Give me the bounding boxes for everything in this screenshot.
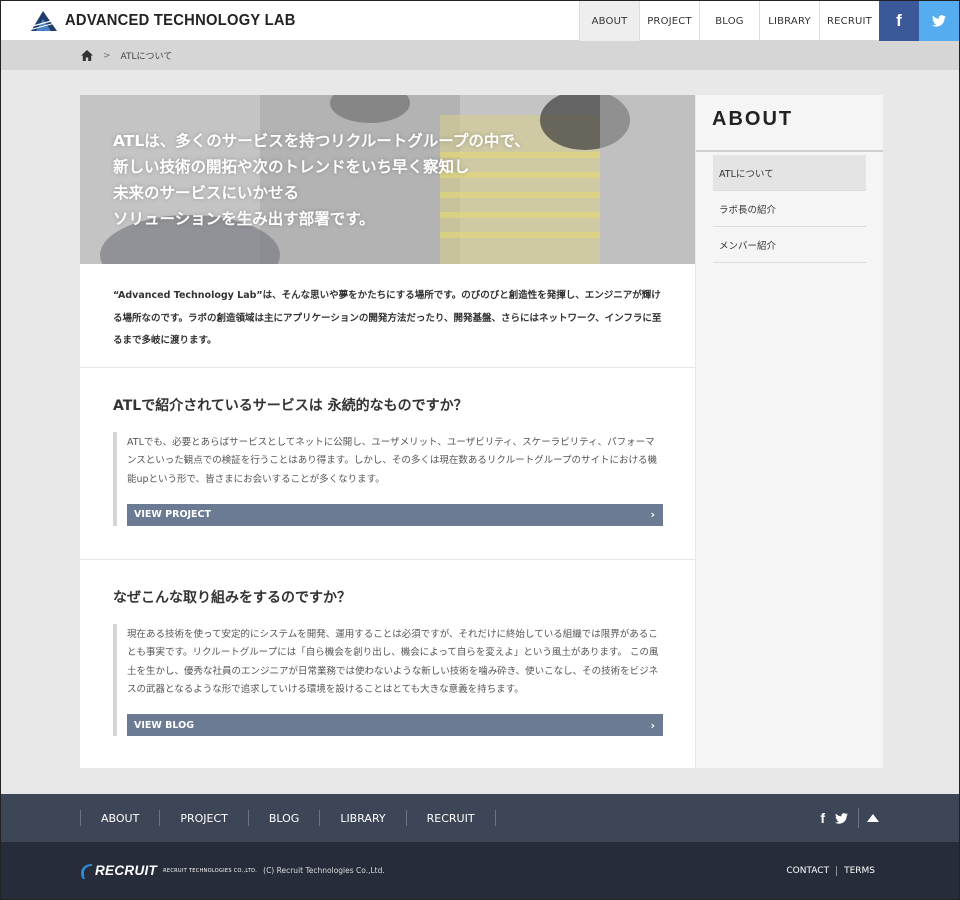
sidebar-item-lab-head[interactable]: ラボ長の紹介 [713,191,866,227]
twitter-icon [932,15,946,27]
section-title: なぜこんな取り組みをするのですか？ [113,590,351,606]
section-title: ATLで紹介されているサービスは 永続的なものですか？ [113,398,468,414]
breadcrumb-separator: > [103,50,111,61]
section-text: 現在ある技術を使って安定的にシステムを開発、運用することは必須ですが、それだけに… [127,629,659,695]
hero-line: 未来のサービスにいかせる [113,184,300,202]
nav-recruit[interactable]: RECRUIT [819,1,879,41]
recruit-logo[interactable]: RECRUIT RECRUIT TECHNOLOGIES CO.,LTD. [80,863,257,879]
site-logo[interactable]: ADVANCED TECHNOLOGY LAB [29,9,316,33]
section-text: ATLでも、必要とあらばサービスとしてネットに公開し、ユーザメリット、ユーザビリ… [127,437,658,485]
footer-nav: ABOUT PROJECT BLOG LIBRARY RECRUIT f [1,794,959,842]
breadcrumb: > ATLについて [1,41,959,70]
section-body: ATLでも、必要とあらばサービスとしてネットに公開し、ユーザメリット、ユーザビリ… [113,432,663,526]
footer-nav-about[interactable]: ABOUT [80,810,159,826]
faq-section-why: なぜこんな取り組みをするのですか？ 現在ある技術を使って安定的にシステムを開発、… [80,560,695,768]
hero-banner: ATLは、多くのサービスを持つリクルートグループの中で、 新しい技術の開拓や次の… [80,95,695,264]
facebook-button[interactable]: f [879,1,919,41]
button-label: VIEW PROJECT [134,509,211,521]
global-nav: ABOUT PROJECT BLOG LIBRARY RECRUIT f [579,1,959,41]
view-project-button[interactable]: VIEW PROJECT › [127,503,663,526]
breadcrumb-current: ATLについて [120,52,173,62]
nav-about[interactable]: ABOUT [579,1,639,41]
footer-links: CONTACT TERMS [786,865,875,876]
footer-nav-blog[interactable]: BLOG [247,810,319,826]
chevron-right-icon: › [650,508,655,522]
recruit-company: RECRUIT TECHNOLOGIES CO.,LTD. [163,867,258,874]
intro-text: “Advanced Technology Lab”は、そんな思いや夢をかたちにす… [80,264,695,368]
main-content: ATLは、多くのサービスを持つリクルートグループの中で、 新しい技術の開拓や次の… [80,95,695,768]
facebook-icon: f [896,11,902,30]
nav-blog[interactable]: BLOG [699,1,759,41]
site-footer: RECRUIT RECRUIT TECHNOLOGIES CO.,LTD. (C… [1,842,959,899]
sidebar-list: ATLについて ラボ長の紹介 メンバー紹介 [696,152,883,263]
footer-nav-recruit[interactable]: RECRUIT [405,810,496,826]
contact-link[interactable]: CONTACT [786,866,829,876]
footer-social: f [820,794,879,842]
atl-logo-icon [29,11,59,31]
footer-divider [858,808,859,828]
page-top-arrow-icon[interactable] [867,814,879,822]
nav-library[interactable]: LIBRARY [759,1,819,41]
sidebar-title: ABOUT [696,95,883,152]
facebook-icon[interactable]: f [820,810,825,826]
recruit-wordmark: RECRUIT [95,863,158,878]
sidebar-item-about-atl[interactable]: ATLについて [713,155,866,191]
section-body: 現在ある技術を使って安定的にシステムを開発、運用することは必須ですが、それだけに… [113,624,663,737]
faq-section-services: ATLで紹介されているサービスは 永続的なものですか？ ATLでも、必要とあらば… [80,368,695,560]
twitter-icon[interactable] [835,812,848,824]
site-name: ADVANCED TECHNOLOGY LAB [65,12,296,29]
footer-nav-library[interactable]: LIBRARY [319,810,405,826]
nav-project[interactable]: PROJECT [639,1,699,41]
terms-link[interactable]: TERMS [844,866,875,876]
hero-line: ソリューションを生み出す部署です。 [113,210,375,228]
hero-copy: ATLは、多くのサービスを持つリクルートグループの中で、 新しい技術の開拓や次の… [113,128,530,232]
footer-nav-project[interactable]: PROJECT [159,810,248,826]
hero-line: ATLは、多くのサービスを持つリクルートグループの中で、 [113,132,530,150]
twitter-button[interactable] [919,1,959,41]
recruit-mark-icon [81,863,92,879]
site-header: ADVANCED TECHNOLOGY LAB ABOUT PROJECT BL… [1,1,959,41]
home-icon[interactable] [81,50,93,61]
button-label: VIEW BLOG [134,719,194,731]
footer-link-divider [836,865,838,876]
view-blog-button[interactable]: VIEW BLOG › [127,714,663,737]
sidebar: ABOUT ATLについて ラボ長の紹介 メンバー紹介 [696,95,883,768]
sidebar-item-members[interactable]: メンバー紹介 [713,227,866,263]
copyright: (C) Recruit Technologies Co.,Ltd. [263,866,385,875]
footer-nav-list: ABOUT PROJECT BLOG LIBRARY RECRUIT [80,810,496,826]
hero-line: 新しい技術の開拓や次のトレンドをいち早く察知し [113,158,470,176]
chevron-right-icon: › [650,718,655,732]
